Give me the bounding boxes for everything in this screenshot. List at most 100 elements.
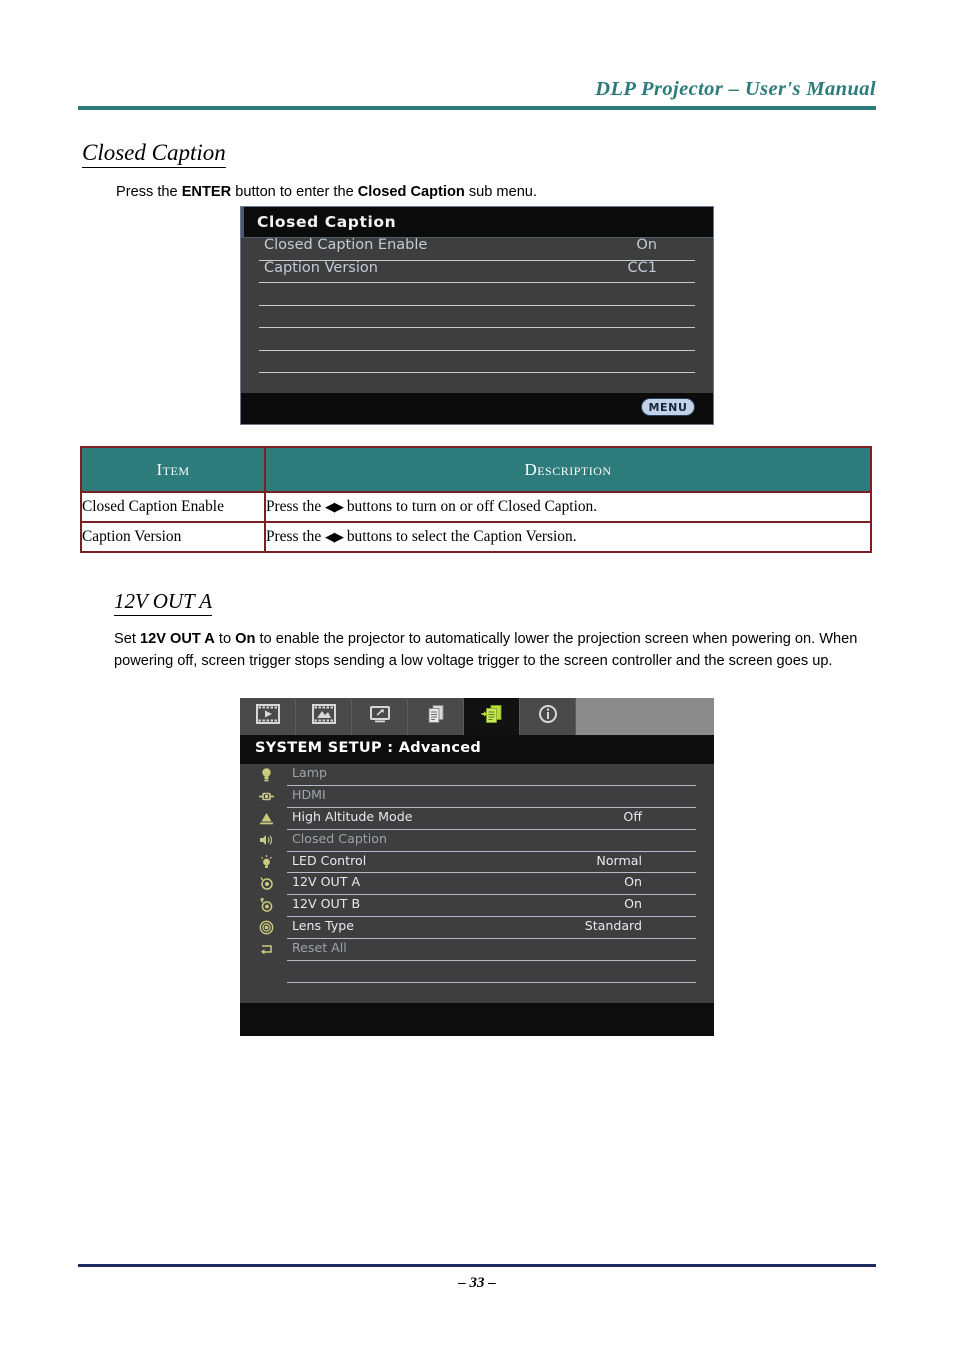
menu-button[interactable]: MENU <box>641 398 695 416</box>
osd-title: Closed Caption <box>257 213 397 231</box>
display-tab[interactable] <box>352 698 408 735</box>
footer-rule <box>78 1264 876 1267</box>
tab-bar-spacer <box>576 698 714 735</box>
manual-page: DLP Projector – User's Manual Closed Cap… <box>0 0 954 1350</box>
system-setup-basic-tab[interactable] <box>408 698 464 735</box>
lens-icon <box>258 919 275 936</box>
picture-tab[interactable] <box>296 698 352 735</box>
trigger-b-icon <box>258 897 275 914</box>
osd-menu-item[interactable]: HDMI <box>254 786 696 808</box>
osd-row-value: CC1 <box>627 259 657 276</box>
osd-menu-item-value: On <box>624 896 642 912</box>
osd-menu-item-label: 12V OUT A <box>292 874 361 890</box>
table-row: Closed Caption Enable Press the ◀▶ button… <box>80 491 872 523</box>
para-mid: to <box>214 631 236 647</box>
intro-text-suffix: sub menu. <box>464 184 537 200</box>
osd-section-header: SYSTEM SETUP : Advanced <box>240 735 714 764</box>
reset-icon <box>258 941 275 958</box>
osd-menu-item[interactable]: Reset All <box>254 939 696 962</box>
osd-rows-container: Closed Caption Enable On Caption Version CC… <box>241 237 713 373</box>
cell-item: Caption Version <box>80 521 266 553</box>
intro-text-mid: button to enter the <box>231 184 358 200</box>
altitude-icon <box>258 810 275 827</box>
system-setup-basic-icon <box>424 704 448 729</box>
osd-titlebar: Closed Caption <box>241 207 713 238</box>
osd-menu-item[interactable]: Lens Type Standard <box>254 917 696 940</box>
system-setup-advanced-icon <box>480 704 504 729</box>
osd-system-setup-screenshot: SYSTEM SETUP : Advanced Lamp HDMI High Alt… <box>240 698 714 1036</box>
osd-bottom-bar <box>240 1003 714 1036</box>
closed-caption-intro-paragraph: Press the ENTER button to enter the Clos… <box>116 182 816 204</box>
para-bold-on: On <box>235 631 256 647</box>
osd-menu-item-label: LED Control <box>292 852 367 868</box>
twelve-v-out-a-paragraph: Set 12V OUT A to On to enable the projec… <box>114 629 869 672</box>
section-heading-closed-caption: Closed Caption <box>82 140 226 169</box>
page-number: – 33 – <box>458 1275 496 1291</box>
osd-closed-caption-screenshot: Closed Caption Closed Caption Enable On Ca… <box>240 206 714 425</box>
osd-menu-item-label: Lens Type <box>292 918 355 934</box>
cell-description: Press the ◀▶ buttons to select the Capti… <box>264 521 872 553</box>
intro-text-enter: ENTER <box>181 184 232 200</box>
osd-menu-item[interactable]: Closed Caption <box>254 830 696 852</box>
para-prefix: Set <box>114 631 140 647</box>
section-heading-12v-out-a: 12V OUT A <box>114 589 213 617</box>
osd-menu-item-value: Off <box>623 808 642 824</box>
osd-row[interactable]: Caption Version CC1 <box>259 259 695 283</box>
table-header-row: Item Description <box>80 446 872 493</box>
closed-caption-spec-table: Item Description Closed Caption Enable Pr… <box>80 446 872 553</box>
display-icon <box>368 704 392 729</box>
desc-prefix: Press the <box>266 498 325 515</box>
osd-row <box>259 306 695 328</box>
left-right-arrows-icon: ◀▶ <box>325 530 344 545</box>
osd-menu-item-label: Lamp <box>292 765 327 780</box>
system-setup-advanced-tab[interactable] <box>464 698 520 735</box>
header-rule <box>78 106 876 110</box>
intro-text-closed-caption: Closed Caption <box>357 184 465 200</box>
cell-item: Closed Caption Enable <box>80 491 266 523</box>
osd-row-label: Caption Version <box>264 259 378 276</box>
osd-menu-item <box>254 961 696 983</box>
osd-row <box>259 351 695 373</box>
osd-menu-list: Lamp HDMI High Altitude Mode Off Closed Capt… <box>240 764 714 1003</box>
table-row: Caption Version Press the ◀▶ buttons to s… <box>80 521 872 553</box>
osd-row-label: Closed Caption Enable <box>264 237 428 253</box>
osd-menu-item-label: Reset All <box>292 940 347 956</box>
osd-row <box>259 328 695 351</box>
osd-menu-item[interactable]: 12V OUT A On <box>254 873 696 896</box>
osd-accent-bar <box>241 207 244 238</box>
osd-menu-item-value: On <box>624 874 642 890</box>
desc-suffix: buttons to select the Caption Version. <box>343 528 577 545</box>
left-right-arrows-icon: ◀▶ <box>325 500 344 515</box>
page-header: DLP Projector – User's Manual <box>78 78 876 112</box>
osd-row-value: On <box>636 237 657 253</box>
osd-footer: MENU <box>241 393 713 424</box>
osd-menu-item-value: Standard <box>584 918 642 934</box>
osd-menu-item-label: High Altitude Mode <box>292 808 413 824</box>
desc-suffix: buttons to turn on or off Closed Caption… <box>343 498 598 515</box>
osd-menu-item[interactable]: LED Control Normal <box>254 852 696 874</box>
lamp-icon <box>258 766 275 783</box>
hdmi-icon <box>258 788 275 805</box>
image-icon <box>255 704 280 729</box>
osd-row[interactable]: Closed Caption Enable On <box>259 237 695 261</box>
image-tab[interactable] <box>240 698 296 735</box>
information-icon <box>537 704 559 729</box>
osd-menu-item-label: 12V OUT B <box>292 896 361 912</box>
header-title: DLP Projector – User's Manual <box>595 78 876 100</box>
osd-menu-item-separator <box>287 981 696 983</box>
column-header-description: Description <box>264 446 872 493</box>
osd-section-title: SYSTEM SETUP : Advanced <box>255 740 482 756</box>
osd-menu-item-label: HDMI <box>292 786 326 802</box>
para-bold-12v-out-a: 12V OUT A <box>139 631 215 647</box>
osd-menu-item[interactable]: Lamp <box>254 764 696 786</box>
osd-row <box>259 283 695 306</box>
osd-menu-item-value: Normal <box>596 852 642 868</box>
closed-caption-icon <box>258 832 275 849</box>
information-tab[interactable] <box>520 698 576 735</box>
osd-tab-bar <box>240 698 714 735</box>
cell-description: Press the ◀▶ buttons to turn on or off C… <box>264 491 872 523</box>
osd-menu-item[interactable]: 12V OUT B On <box>254 895 696 918</box>
desc-prefix: Press the <box>266 528 325 545</box>
column-header-item: Item <box>80 446 266 493</box>
osd-menu-item[interactable]: High Altitude Mode Off <box>254 808 696 830</box>
